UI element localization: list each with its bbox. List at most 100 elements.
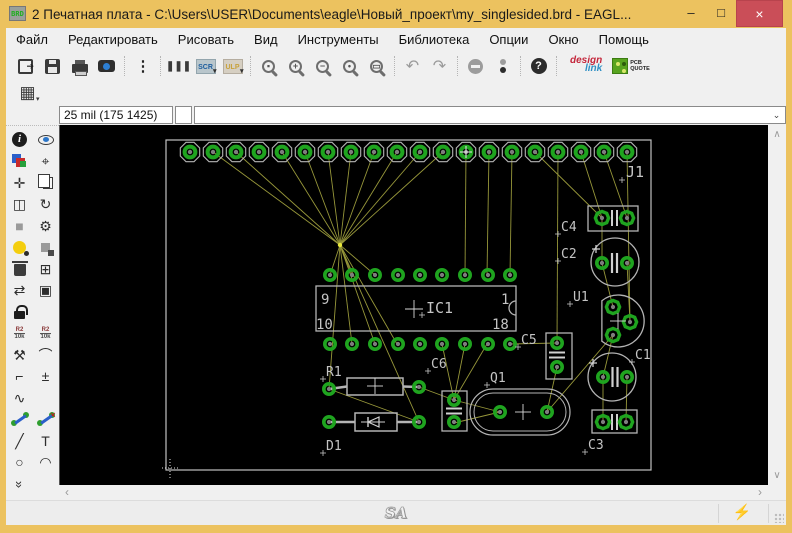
- app-icon: BRD: [9, 6, 26, 21]
- component-c3[interactable]: C3: [582, 410, 637, 455]
- redo-icon[interactable]: ↷: [427, 54, 452, 78]
- route-tool[interactable]: [9, 409, 31, 429]
- menu-item-0[interactable]: Файл: [6, 28, 58, 52]
- cam-processor-icon[interactable]: [94, 54, 119, 78]
- menu-item-4[interactable]: Инструменты: [288, 28, 389, 52]
- open-icon[interactable]: [13, 54, 38, 78]
- aux-box: [175, 106, 192, 124]
- text-tool[interactable]: T: [35, 431, 57, 451]
- circle-tool[interactable]: ○: [9, 452, 31, 472]
- component-u1[interactable]: U1: [567, 290, 644, 347]
- menu-item-1[interactable]: Редактировать: [58, 28, 168, 52]
- board-canvas[interactable]: J1911018IC1C4C2U1C1C3C5C6R1D1Q1: [59, 125, 768, 485]
- more-tools[interactable]: »: [9, 474, 31, 494]
- component-c5[interactable]: C5: [515, 333, 572, 379]
- vertical-scrollbar[interactable]: ∧ ∨: [768, 125, 786, 485]
- horizontal-scrollbar[interactable]: ‹ ›: [59, 485, 768, 500]
- show-tool[interactable]: [35, 130, 57, 150]
- component-c4[interactable]: C4: [555, 206, 638, 237]
- svg-text:1: 1: [501, 292, 509, 308]
- zoom-fit-icon[interactable]: ▪: [256, 54, 281, 78]
- rotate-tool[interactable]: ↻: [35, 194, 57, 214]
- menu-item-2[interactable]: Рисовать: [168, 28, 244, 52]
- svg-text:Q1: Q1: [490, 371, 506, 386]
- resize-grip[interactable]: [774, 513, 784, 523]
- miter-tool[interactable]: ⌒: [35, 345, 57, 365]
- svg-text:C1: C1: [635, 348, 651, 363]
- component-c1[interactable]: C1: [588, 348, 651, 401]
- menu-item-8[interactable]: Помощь: [589, 28, 659, 52]
- save-icon[interactable]: [40, 54, 65, 78]
- paste-tool[interactable]: [35, 237, 57, 257]
- zoom-redraw-icon[interactable]: ▭: [364, 54, 389, 78]
- combo-dropdown-icon[interactable]: ⌄: [769, 107, 784, 123]
- command-line-input[interactable]: [195, 107, 769, 123]
- menu-item-3[interactable]: Вид: [244, 28, 288, 52]
- group-tool[interactable]: ■: [9, 216, 31, 236]
- display-layers-tool[interactable]: [9, 151, 31, 171]
- arc-tool[interactable]: ◠: [35, 452, 57, 472]
- component-c2[interactable]: C2: [555, 238, 639, 286]
- copy-tool[interactable]: [35, 173, 57, 193]
- zoom-in-icon[interactable]: +: [283, 54, 308, 78]
- menu-bar: ФайлРедактироватьРисоватьВидИнструментыБ…: [6, 28, 786, 52]
- stop-icon[interactable]: [463, 54, 488, 78]
- name-tool[interactable]: R210k: [9, 323, 31, 343]
- replace-tool[interactable]: ▣: [35, 280, 57, 300]
- component-r1[interactable]: R1: [320, 365, 424, 395]
- component-d1[interactable]: D1: [320, 413, 424, 456]
- scroll-down-icon[interactable]: ∨: [768, 470, 786, 481]
- svg-text:R1: R1: [326, 365, 342, 380]
- help-icon[interactable]: ?: [526, 54, 551, 78]
- add-tool[interactable]: ⊞: [35, 259, 57, 279]
- close-button[interactable]: ×: [736, 0, 783, 27]
- svg-text:C4: C4: [561, 220, 577, 235]
- mark-tool[interactable]: ⌖: [35, 151, 57, 171]
- wire-tool[interactable]: ╱: [9, 431, 31, 451]
- ripup-tool[interactable]: ×: [35, 409, 57, 429]
- delete-tool[interactable]: [9, 259, 31, 279]
- menu-item-6[interactable]: Опции: [479, 28, 538, 52]
- status-bar: SA ⚡: [6, 500, 786, 525]
- split-tool[interactable]: ⌐: [9, 366, 31, 386]
- change-tool[interactable]: ⚙: [35, 216, 57, 236]
- title-bar: BRD 2 Печатная плата - C:\Users\USER\Doc…: [0, 0, 792, 28]
- svg-text:18: 18: [492, 317, 509, 333]
- meander-tool[interactable]: ∿: [9, 388, 31, 408]
- header-pin-icon[interactable]: ⋮: [130, 54, 155, 78]
- zoom-out-icon[interactable]: −: [310, 54, 335, 78]
- scroll-left-icon[interactable]: ‹: [65, 485, 69, 500]
- script-icon[interactable]: SCR: [193, 54, 218, 78]
- info-tool[interactable]: i: [9, 130, 31, 150]
- smash-tool[interactable]: ⚒: [9, 345, 31, 365]
- lock-tool[interactable]: [9, 302, 31, 322]
- undo-icon[interactable]: ↶: [400, 54, 425, 78]
- component-j1[interactable]: J1: [180, 142, 644, 183]
- scroll-up-icon[interactable]: ∧: [768, 129, 786, 140]
- value-tool[interactable]: R210k: [35, 323, 57, 343]
- component-ic1[interactable]: 911018IC1: [316, 270, 516, 349]
- maximize-button[interactable]: □: [706, 0, 736, 27]
- pinswap-tool[interactable]: ⇄: [9, 280, 31, 300]
- cut-tool[interactable]: [9, 237, 31, 257]
- coordinate-display: 25 mil (175 1425): [59, 106, 173, 124]
- optimize-tool[interactable]: ±: [35, 366, 57, 386]
- menu-item-5[interactable]: Библиотека: [389, 28, 480, 52]
- menu-item-7[interactable]: Окно: [538, 28, 588, 52]
- print-icon[interactable]: [67, 54, 92, 78]
- zoom-select-icon[interactable]: •: [337, 54, 362, 78]
- svg-text:J1: J1: [626, 163, 644, 181]
- minimize-button[interactable]: –: [676, 0, 706, 27]
- designlink-logo[interactable]: designlink: [562, 54, 610, 78]
- library-icon[interactable]: ❚❚❚: [166, 54, 191, 78]
- scroll-right-icon[interactable]: ›: [758, 485, 762, 500]
- mirror-tool[interactable]: ◫: [9, 194, 31, 214]
- pcbquote-logo[interactable]: PCBQUOTE: [612, 54, 650, 78]
- grid-icon[interactable]: ▦: [15, 81, 40, 105]
- move-tool[interactable]: ✛: [9, 173, 31, 193]
- secondary-toolbar: ▦: [6, 80, 786, 105]
- pcb-drawing[interactable]: J1911018IC1C4C2U1C1C3C5C6R1D1Q1: [60, 125, 769, 485]
- svg-text:D1: D1: [326, 439, 342, 454]
- go-icon[interactable]: [490, 54, 515, 78]
- ulp-icon[interactable]: ULP: [220, 54, 245, 78]
